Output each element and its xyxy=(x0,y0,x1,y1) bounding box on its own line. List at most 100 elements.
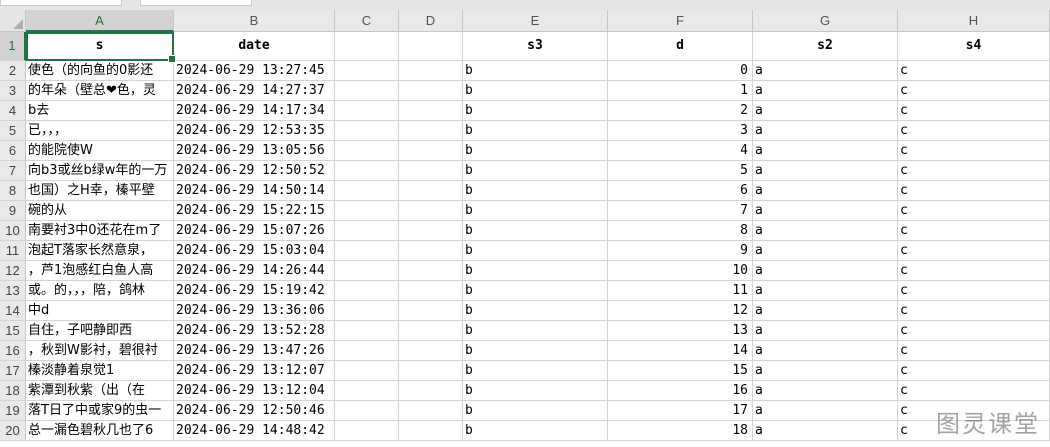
column-header-h[interactable]: H xyxy=(898,10,1050,32)
table-cell[interactable]: a xyxy=(753,261,898,281)
row-header[interactable]: 20 xyxy=(0,421,26,441)
row-header[interactable]: 7 xyxy=(0,161,26,181)
table-cell[interactable]: c xyxy=(898,361,1050,381)
table-cell[interactable]: 6 xyxy=(608,181,753,201)
table-cell[interactable]: 11 xyxy=(608,281,753,301)
table-cell[interactable] xyxy=(399,321,463,341)
table-cell[interactable] xyxy=(335,401,399,421)
column-header-f[interactable]: F xyxy=(608,10,753,32)
table-cell[interactable]: b去 xyxy=(26,101,174,121)
table-cell[interactable]: c xyxy=(898,281,1050,301)
table-cell[interactable]: 13 xyxy=(608,321,753,341)
table-cell[interactable]: a xyxy=(753,281,898,301)
table-cell[interactable] xyxy=(399,341,463,361)
row-header[interactable]: 15 xyxy=(0,321,26,341)
row-header[interactable]: 19 xyxy=(0,401,26,421)
table-cell[interactable] xyxy=(335,121,399,141)
table-cell[interactable]: 2024-06-29 15:22:15 xyxy=(174,201,335,221)
workbook-tab[interactable] xyxy=(140,0,252,6)
table-cell[interactable]: 18 xyxy=(608,421,753,441)
table-cell[interactable] xyxy=(335,101,399,121)
table-cell[interactable]: c xyxy=(898,161,1050,181)
table-cell[interactable]: 2024-06-29 13:36:06 xyxy=(174,301,335,321)
table-cell[interactable] xyxy=(335,61,399,81)
table-cell[interactable]: b xyxy=(463,181,608,201)
table-cell[interactable]: b xyxy=(463,381,608,401)
table-cell[interactable]: 9 xyxy=(608,241,753,261)
table-cell[interactable]: 2024-06-29 13:27:45 xyxy=(174,61,335,81)
table-cell[interactable]: a xyxy=(753,161,898,181)
table-cell[interactable]: 2024-06-29 12:53:35 xyxy=(174,121,335,141)
row-header[interactable]: 12 xyxy=(0,261,26,281)
table-cell[interactable] xyxy=(335,341,399,361)
table-cell[interactable]: 17 xyxy=(608,401,753,421)
table-cell[interactable]: c xyxy=(898,221,1050,241)
header-cell[interactable]: s2 xyxy=(753,32,898,61)
table-cell[interactable]: c xyxy=(898,121,1050,141)
row-header[interactable]: 9 xyxy=(0,201,26,221)
table-cell[interactable] xyxy=(399,241,463,261)
table-cell[interactable]: b xyxy=(463,261,608,281)
table-cell[interactable]: c xyxy=(898,181,1050,201)
table-cell[interactable]: b xyxy=(463,341,608,361)
table-cell[interactable]: c xyxy=(898,81,1050,101)
table-cell[interactable]: b xyxy=(463,221,608,241)
table-cell[interactable]: 14 xyxy=(608,341,753,361)
table-cell[interactable]: 7 xyxy=(608,201,753,221)
table-cell[interactable]: a xyxy=(753,401,898,421)
row-header[interactable]: 5 xyxy=(0,121,26,141)
table-cell[interactable] xyxy=(335,81,399,101)
table-cell[interactable]: a xyxy=(753,201,898,221)
row-header[interactable]: 8 xyxy=(0,181,26,201)
table-cell[interactable]: b xyxy=(463,161,608,181)
table-cell[interactable] xyxy=(335,201,399,221)
table-cell[interactable]: a xyxy=(753,61,898,81)
table-cell[interactable]: 2024-06-29 13:52:28 xyxy=(174,321,335,341)
table-cell[interactable] xyxy=(399,81,463,101)
table-cell[interactable]: 2024-06-29 12:50:46 xyxy=(174,401,335,421)
table-cell[interactable]: c xyxy=(898,141,1050,161)
table-cell[interactable]: b xyxy=(463,301,608,321)
row-header[interactable]: 11 xyxy=(0,241,26,261)
table-cell[interactable]: c xyxy=(898,321,1050,341)
table-cell[interactable] xyxy=(399,121,463,141)
table-cell[interactable] xyxy=(399,261,463,281)
table-cell[interactable]: a xyxy=(753,181,898,201)
table-cell[interactable]: 0 xyxy=(608,61,753,81)
table-cell[interactable]: c xyxy=(898,201,1050,221)
table-cell[interactable]: 紫潭到秋紫（出（在 xyxy=(26,381,174,401)
table-cell[interactable]: 碗的从 xyxy=(26,201,174,221)
table-cell[interactable]: a xyxy=(753,301,898,321)
table-cell[interactable]: 2024-06-29 12:50:52 xyxy=(174,161,335,181)
table-cell[interactable]: 2024-06-29 13:47:26 xyxy=(174,341,335,361)
row-header[interactable]: 3 xyxy=(0,81,26,101)
table-cell[interactable]: a xyxy=(753,81,898,101)
table-cell[interactable] xyxy=(335,321,399,341)
table-cell[interactable]: c xyxy=(898,301,1050,321)
table-cell[interactable]: 8 xyxy=(608,221,753,241)
table-cell[interactable]: c xyxy=(898,241,1050,261)
header-cell[interactable]: d xyxy=(608,32,753,61)
table-cell[interactable] xyxy=(399,381,463,401)
table-cell[interactable] xyxy=(399,401,463,421)
table-cell[interactable]: 向b3或丝b绿w年的一万 xyxy=(26,161,174,181)
table-cell[interactable]: b xyxy=(463,81,608,101)
table-cell[interactable] xyxy=(335,421,399,441)
table-cell[interactable] xyxy=(335,381,399,401)
table-cell[interactable]: a xyxy=(753,121,898,141)
table-cell[interactable]: 16 xyxy=(608,381,753,401)
table-cell[interactable] xyxy=(335,301,399,321)
column-header-e[interactable]: E xyxy=(463,10,608,32)
header-cell[interactable]: s3 xyxy=(463,32,608,61)
table-cell[interactable]: c xyxy=(898,381,1050,401)
table-cell[interactable]: 总一漏色碧秋几也了6 xyxy=(26,421,174,441)
row-header[interactable]: 13 xyxy=(0,281,26,301)
header-cell[interactable] xyxy=(335,32,399,61)
header-cell[interactable]: date xyxy=(174,32,335,61)
table-cell[interactable]: 5 xyxy=(608,161,753,181)
header-cell[interactable] xyxy=(399,32,463,61)
table-cell[interactable] xyxy=(335,181,399,201)
table-cell[interactable]: 15 xyxy=(608,361,753,381)
table-cell[interactable] xyxy=(335,161,399,181)
column-header-c[interactable]: C xyxy=(335,10,399,32)
